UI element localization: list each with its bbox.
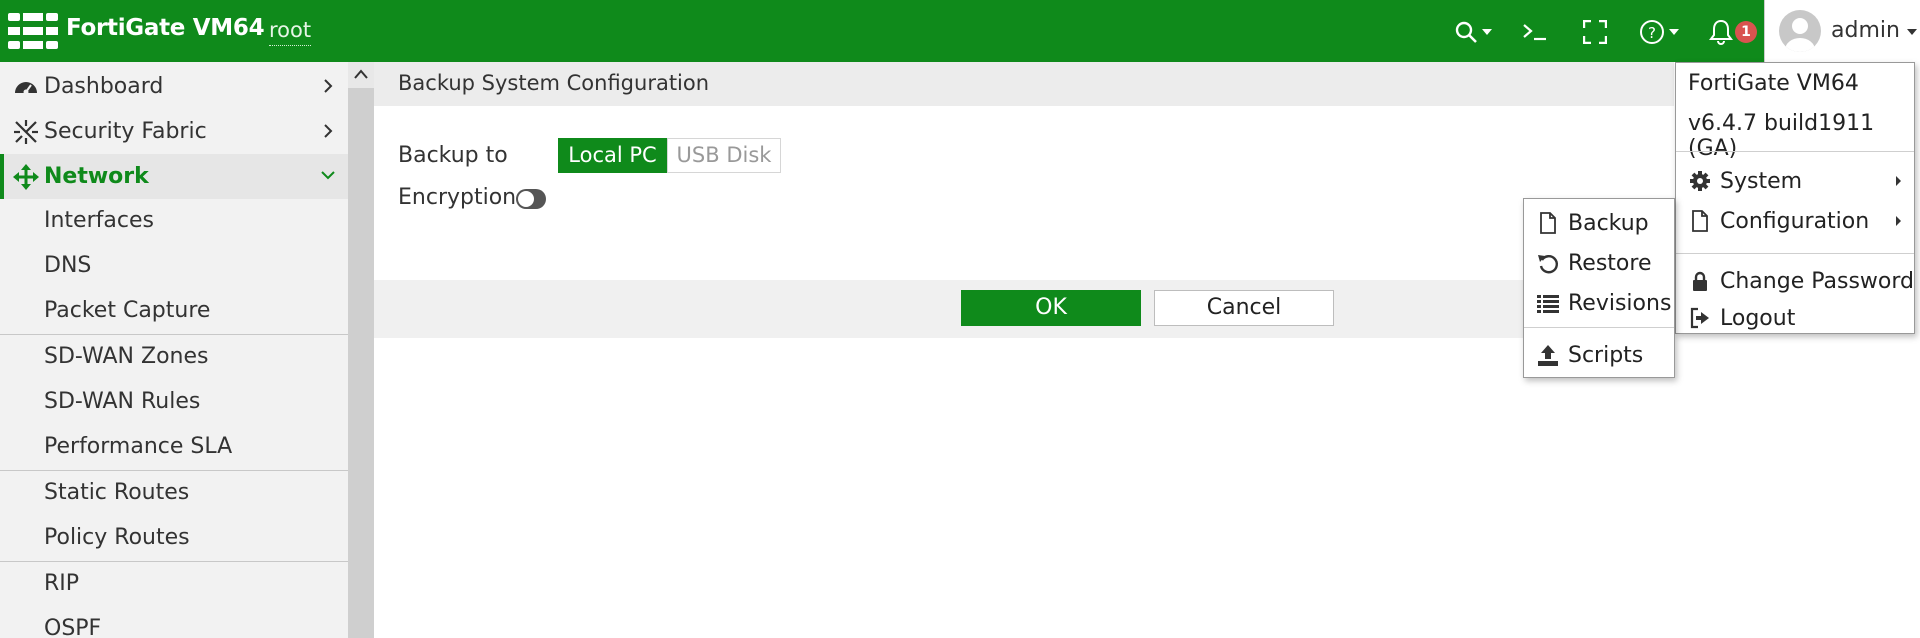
scroll-up-button[interactable] [348, 62, 374, 88]
sidebar-subitem-sdwan-rules[interactable]: SD-WAN Rules [44, 389, 200, 414]
sidebar-subitem-performance-sla[interactable]: Performance SLA [44, 434, 232, 459]
sign-out-icon [1690, 307, 1709, 329]
help-button[interactable]: ? [1639, 16, 1679, 48]
sidebar-subitem-static-routes[interactable]: Static Routes [44, 480, 189, 505]
menu-item-system[interactable]: System [1676, 163, 1914, 199]
list-icon [1537, 295, 1559, 313]
divider [1524, 327, 1674, 328]
cancel-button[interactable]: Cancel [1154, 290, 1334, 326]
sidebar-item-security-fabric[interactable]: Security Fabric [0, 109, 348, 154]
fullscreen-icon [1583, 20, 1607, 44]
fortinet-logo-icon [8, 13, 58, 49]
divider [0, 334, 348, 335]
chevron-up-icon [354, 69, 368, 79]
chevron-right-icon [324, 79, 333, 93]
sidebar-subitem-packet-capture[interactable]: Packet Capture [44, 298, 210, 323]
menu-item-label: Revisions [1568, 290, 1672, 316]
chevron-right-icon [1896, 216, 1901, 226]
encryption-toggle[interactable] [516, 189, 546, 209]
lock-icon [1693, 271, 1707, 291]
top-bar: FortiGate VM64 root ? 1 admin [0, 0, 1920, 62]
backup-option-usb-disk[interactable]: USB Disk [667, 138, 781, 173]
notification-badge: 1 [1735, 21, 1757, 43]
product-name: FortiGate VM64 [1688, 71, 1859, 96]
file-icon [1540, 212, 1556, 234]
menu-item-change-password[interactable]: Change Password [1676, 263, 1914, 299]
sidebar-subitem-sdwan-zones[interactable]: SD-WAN Zones [44, 344, 208, 369]
undo-icon [1538, 255, 1558, 274]
divider [1676, 253, 1914, 254]
sidebar-subitem-interfaces[interactable]: Interfaces [44, 208, 154, 233]
sidebar-item-label: Network [44, 164, 149, 189]
menu-item-scripts[interactable]: Scripts [1524, 337, 1674, 373]
menu-item-label: Restore [1568, 250, 1652, 276]
fullscreen-button[interactable] [1583, 16, 1607, 48]
menu-item-label: Change Password [1720, 268, 1914, 294]
menu-item-logout[interactable]: Logout [1676, 303, 1914, 333]
menu-item-restore[interactable]: Restore [1524, 245, 1674, 281]
menu-item-configuration[interactable]: Configuration [1676, 203, 1914, 239]
avatar [1779, 10, 1821, 52]
terminal-icon [1523, 24, 1546, 41]
file-icon [1692, 210, 1708, 232]
svg-text:?: ? [1648, 24, 1656, 42]
help-icon: ? [1640, 20, 1664, 44]
sidebar-subitem-policy-routes[interactable]: Policy Routes [44, 525, 190, 550]
notifications-button[interactable] [1709, 16, 1733, 48]
admin-username: admin [1831, 18, 1900, 43]
brand-name: FortiGate VM64 [66, 15, 265, 41]
backup-to-label: Backup to [398, 143, 508, 168]
chevron-down-icon [1669, 29, 1679, 35]
chevron-down-icon [1482, 29, 1492, 35]
divider [0, 470, 348, 471]
security-fabric-icon [14, 119, 38, 144]
menu-item-label: Scripts [1568, 342, 1644, 368]
menu-item-revisions[interactable]: Revisions [1524, 285, 1674, 321]
chevron-down-icon [321, 171, 335, 180]
bell-icon [1709, 19, 1733, 45]
configuration-submenu: Backup Restore Revisions Scripts [1523, 198, 1675, 378]
admin-dropdown-menu: FortiGate VM64 v6.4.7 build1911 (GA) Sys… [1675, 62, 1915, 334]
dashboard-icon [15, 81, 37, 94]
encryption-label: Encryption [398, 185, 517, 210]
sidebar-item-network[interactable]: Network [0, 154, 348, 199]
menu-item-label: Configuration [1720, 208, 1870, 234]
vdom-selector[interactable]: root [269, 18, 312, 46]
chevron-down-icon [1907, 29, 1917, 35]
page-title: Backup System Configuration [398, 71, 710, 95]
backup-option-local-pc[interactable]: Local PC [558, 138, 667, 173]
sidebar-subitem-dns[interactable]: DNS [44, 253, 91, 278]
cli-console-button[interactable] [1522, 16, 1548, 48]
chevron-right-icon [1896, 176, 1901, 186]
search-icon [1455, 21, 1477, 43]
sidebar-subitem-rip[interactable]: RIP [44, 571, 79, 596]
sidebar-item-label: Dashboard [44, 74, 164, 99]
upload-icon [1538, 345, 1558, 366]
menu-item-backup[interactable]: Backup [1524, 205, 1674, 241]
sidebar-item-label: Security Fabric [44, 119, 207, 144]
sidebar: Dashboard Security Fabric Network Interf… [0, 62, 348, 638]
search-button[interactable] [1454, 16, 1492, 48]
toggle-knob [518, 191, 534, 207]
menu-item-label: System [1720, 168, 1803, 194]
menu-item-label: Logout [1720, 305, 1796, 331]
chevron-right-icon [324, 124, 333, 138]
divider [0, 561, 348, 562]
ok-button[interactable]: OK [961, 290, 1141, 326]
firmware-version: v6.4.7 build1911 (GA) [1688, 111, 1875, 161]
network-icon [13, 163, 39, 190]
sidebar-item-dashboard[interactable]: Dashboard [0, 64, 348, 109]
divider [1676, 151, 1914, 152]
menu-item-label: Backup [1568, 210, 1649, 236]
sidebar-scrollbar[interactable] [348, 62, 374, 638]
admin-menu-button[interactable]: admin [1764, 0, 1920, 62]
gear-icon [1690, 171, 1710, 191]
sidebar-subitem-ospf[interactable]: OSPF [44, 616, 101, 638]
user-icon [1785, 18, 1815, 52]
